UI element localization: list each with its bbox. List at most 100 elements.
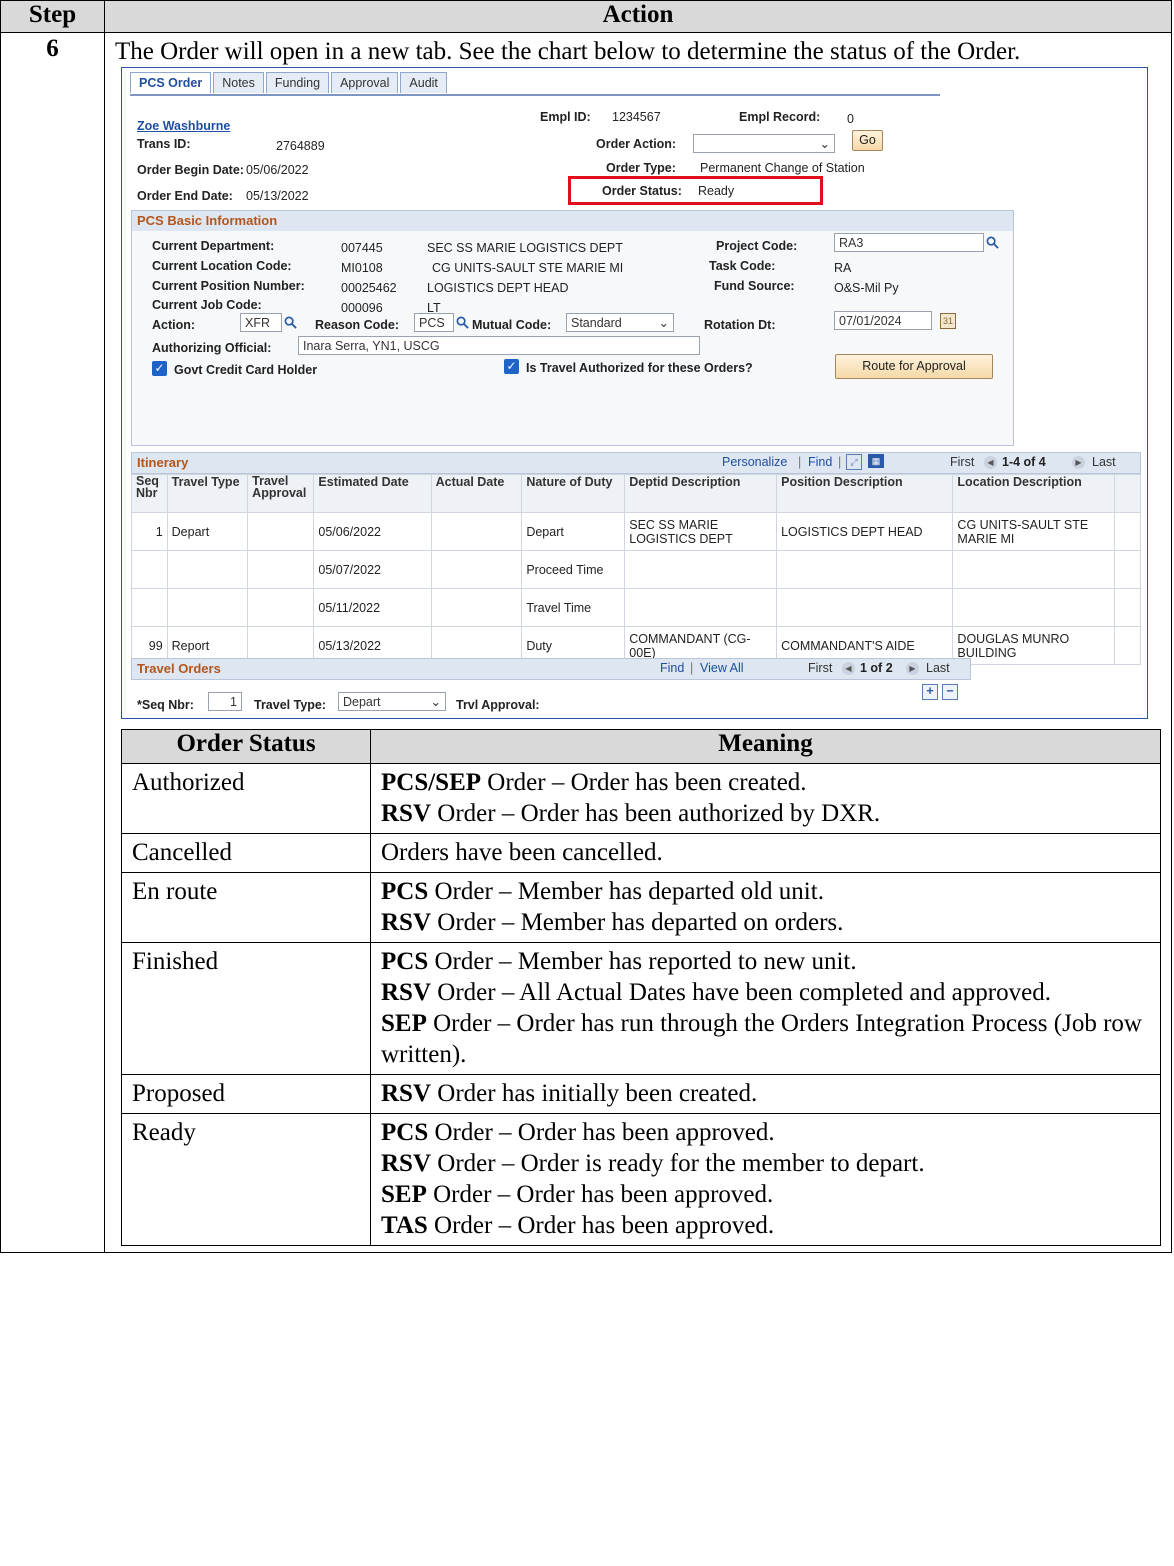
meaning-text: Order – Member has departed old unit. (428, 878, 824, 905)
col-estimated-date: Estimated Date (313, 474, 432, 513)
travel-type-cell (166, 550, 249, 589)
status-name: Authorized (121, 763, 371, 834)
trvl-approval-label: Trvl Approval: (456, 698, 540, 712)
itinerary-header-bar: Itinerary Personalize | Find | ⤢ ▦ First… (131, 452, 1141, 474)
delete-row-icon[interactable]: − (942, 684, 958, 700)
rotation-date-input[interactable]: 07/01/2024 (834, 311, 932, 330)
travel-authorized-checkbox[interactable]: ✓ (504, 359, 519, 374)
location-cell: CG UNITS-SAULT STE MARIE MI (952, 512, 1116, 551)
next-icon[interactable]: ▶ (1072, 456, 1085, 469)
order-type-code: SEP (381, 1010, 427, 1037)
procedure-table: Step Action 6 The Order will open in a n… (0, 0, 1172, 1253)
calendar-icon[interactable]: 31 (940, 313, 956, 329)
itinerary-range: 1-4 of 4 (1002, 455, 1046, 469)
action-lookup-icon[interactable] (284, 316, 297, 329)
seq-nbr-input[interactable]: 1 (208, 692, 242, 711)
status-header-row: Order Status Meaning (121, 729, 1161, 764)
previous-icon[interactable]: ◀ (984, 456, 997, 469)
meaning-text: Order – Order is ready for the member to… (431, 1150, 925, 1177)
authorizing-official-input[interactable]: Inara Serra, YN1, USCG (298, 336, 700, 355)
meaning-line: PCS/SEP Order – Order has been created. (381, 767, 1150, 798)
travel-type-select[interactable]: Depart ⌄ (338, 692, 446, 711)
rotation-date-label: Rotation Dt: (704, 318, 776, 332)
position-cell (776, 550, 954, 589)
employee-name-link[interactable]: Zoe Washburne (137, 119, 230, 133)
order-action-select[interactable]: ⌄ (693, 134, 835, 153)
project-code-input[interactable]: RA3 (834, 233, 984, 252)
status-name: Cancelled (121, 833, 371, 873)
reason-code-input[interactable]: PCS (414, 313, 454, 332)
estimated-date-cell: 05/06/2022 (313, 512, 432, 551)
spacer-cell (1114, 588, 1141, 627)
itinerary-first[interactable]: First (950, 455, 974, 469)
order-end-label: Order End Date: (137, 189, 233, 203)
itinerary-find-link[interactable]: Find (808, 455, 832, 469)
travel-orders-first[interactable]: First (808, 661, 832, 675)
status-name: En route (121, 872, 371, 943)
nature-of-duty-cell: Proceed Time (521, 550, 626, 589)
order-screenshot: PCS Order Notes Funding Approval Audit Z… (121, 67, 1148, 719)
order-end-value: 05/13/2022 (246, 189, 309, 203)
order-status-label: Order Status: (602, 184, 682, 198)
project-code-lookup-icon[interactable] (986, 236, 999, 249)
table-row: 05/11/2022 Travel Time (131, 588, 1141, 627)
status-row: Proposed RSV Order has initially been cre… (121, 1074, 1161, 1114)
tab-pcs-order[interactable]: PCS Order (130, 72, 212, 93)
zoom-icon[interactable]: ⤢ (846, 454, 862, 470)
meaning-header: Meaning (370, 729, 1161, 764)
actual-date-cell (430, 550, 523, 589)
deptid-cell (624, 588, 778, 627)
chevron-down-icon: ⌄ (819, 137, 830, 151)
travel-orders-find-link[interactable]: Find (660, 661, 684, 675)
reason-code-lookup-icon[interactable] (456, 316, 469, 329)
location-cell (952, 588, 1116, 627)
meaning-line: RSV Order – All Actual Dates have been c… (381, 977, 1150, 1008)
add-row-icon[interactable]: + (922, 684, 938, 700)
mutual-code-select[interactable]: Standard ⌄ (566, 313, 674, 332)
route-for-approval-button[interactable]: Route for Approval (835, 354, 993, 379)
estimated-date-cell: 05/11/2022 (313, 588, 432, 627)
deptid-cell: SEC SS MARIE LOGISTICS DEPT (624, 512, 778, 551)
col-spacer (1114, 474, 1141, 513)
seq-cell: 1 (131, 512, 168, 551)
travel-approval-cell (247, 550, 315, 589)
itinerary-personalize-link[interactable]: Personalize (722, 455, 787, 469)
order-status-table: Order Status Meaning Authorized PCS/SEP Ord… (121, 729, 1161, 1246)
col-deptid-description: Deptid Description (624, 474, 778, 513)
authorizing-official-label: Authorizing Official: (152, 341, 272, 355)
tab-funding[interactable]: Funding (265, 72, 330, 93)
order-type-code: SEP (381, 1181, 427, 1208)
status-meaning: PCS Order – Member has reported to new u… (370, 942, 1161, 1075)
trans-id-label: Trans ID: (137, 137, 191, 151)
chevron-down-icon: ⌄ (658, 316, 669, 330)
previous-icon[interactable]: ◀ (842, 662, 855, 675)
nature-of-duty-cell: Travel Time (521, 588, 626, 627)
position-cell: LOGISTICS DEPT HEAD (776, 512, 954, 551)
next-icon[interactable]: ▶ (906, 662, 919, 675)
itinerary-header-row: Seq Nbr Travel Type Travel Approval Esti… (131, 474, 1141, 513)
order-type-code: RSV (381, 1080, 432, 1107)
tab-approval[interactable]: Approval (331, 72, 399, 93)
meaning-text: Order – All Actual Dates have been compl… (431, 979, 1051, 1006)
itinerary-last[interactable]: Last (1092, 455, 1116, 469)
status-name: Finished (121, 942, 371, 1075)
go-button[interactable]: Go (852, 130, 883, 151)
travel-orders-last[interactable]: Last (926, 661, 950, 675)
current-job-code: 000096 (341, 301, 383, 315)
order-action-label: Order Action: (596, 137, 677, 151)
fund-source-label: Fund Source: (714, 279, 795, 293)
actual-date-cell (430, 512, 523, 551)
status-row: Finished PCS Order – Member has reported … (121, 942, 1161, 1075)
col-nature-of-duty: Nature of Duty (521, 474, 626, 513)
tab-audit[interactable]: Audit (400, 72, 447, 93)
tab-notes[interactable]: Notes (213, 72, 264, 93)
order-begin-label: Order Begin Date: (137, 163, 244, 177)
spacer-cell (1114, 550, 1141, 589)
action-input[interactable]: XFR (240, 313, 282, 332)
travel-orders-viewall-link[interactable]: View All (700, 661, 744, 675)
status-meaning: PCS Order – Member has departed old unit… (370, 872, 1161, 943)
table-row: 05/07/2022 Proceed Time (131, 550, 1141, 589)
seq-cell (131, 550, 168, 589)
govt-credit-card-checkbox[interactable]: ✓ (152, 361, 167, 376)
download-grid-icon[interactable]: ▦ (868, 454, 884, 468)
